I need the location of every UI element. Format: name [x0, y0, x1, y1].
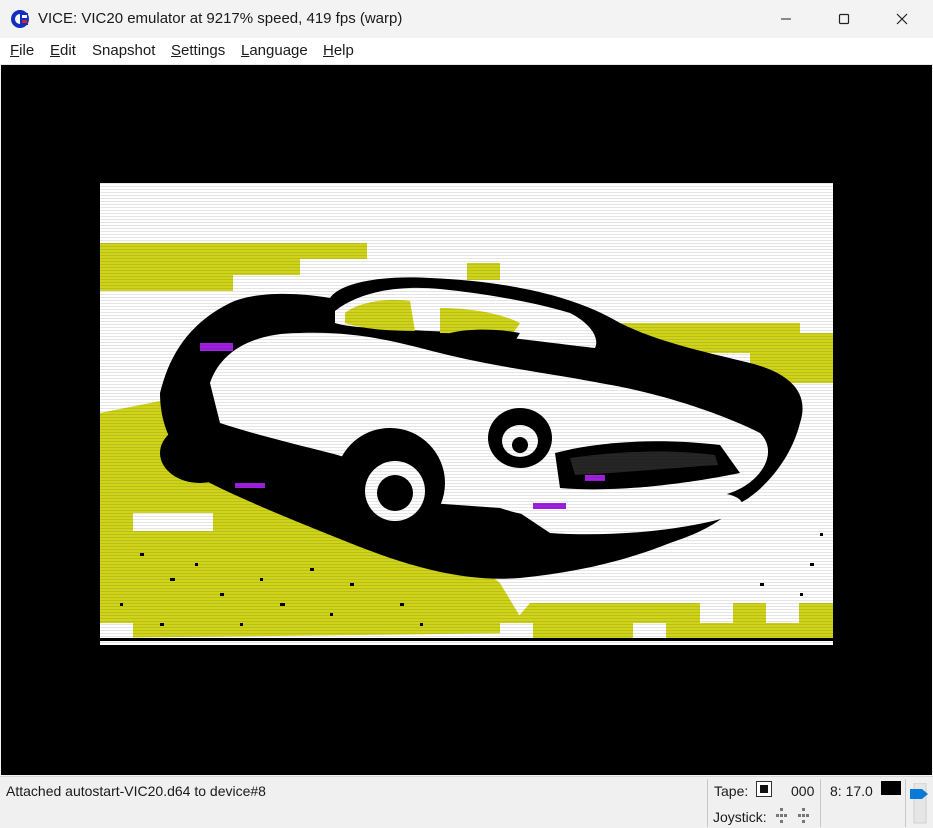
status-separator [707, 779, 708, 827]
menu-bar: File Edit Snapshot Settings Language Hel… [0, 38, 933, 65]
joystick-label: Joystick: [713, 809, 767, 825]
menu-file[interactable]: File [10, 42, 34, 59]
emulator-screen[interactable] [1, 65, 932, 775]
close-button[interactable] [873, 0, 931, 38]
tape-stop-icon[interactable] [756, 781, 772, 797]
minimize-button[interactable] [757, 0, 815, 38]
menu-help[interactable]: Help [323, 42, 354, 59]
close-icon [896, 13, 908, 25]
menu-settings[interactable]: Settings [171, 42, 225, 59]
title-bar[interactable]: VICE: VIC20 emulator at 9217% speed, 419… [0, 0, 933, 38]
window-title: VICE: VIC20 emulator at 9217% speed, 419… [38, 10, 403, 27]
menu-snapshot[interactable]: Snapshot [92, 42, 155, 59]
status-bar: Attached autostart-VIC20.d64 to device#8… [0, 776, 933, 828]
volume-icon[interactable] [908, 783, 930, 827]
tape-label: Tape: [714, 783, 749, 799]
status-separator [905, 779, 906, 827]
joystick-indicator-icon[interactable] [774, 807, 814, 825]
drive-status: 8: 17.0 [830, 783, 873, 799]
menu-language[interactable]: Language [241, 42, 308, 59]
status-separator [820, 779, 821, 827]
maximize-button[interactable] [815, 0, 873, 38]
status-message: Attached autostart-VIC20.d64 to device#8 [6, 783, 266, 799]
vice-commodore-icon [11, 10, 29, 28]
minimize-icon [781, 18, 791, 20]
tape-counter: 000 [791, 783, 815, 799]
drive-led [881, 781, 901, 795]
menu-edit[interactable]: Edit [50, 42, 76, 59]
maximize-icon [838, 13, 850, 25]
vic20-display-image [100, 183, 833, 645]
